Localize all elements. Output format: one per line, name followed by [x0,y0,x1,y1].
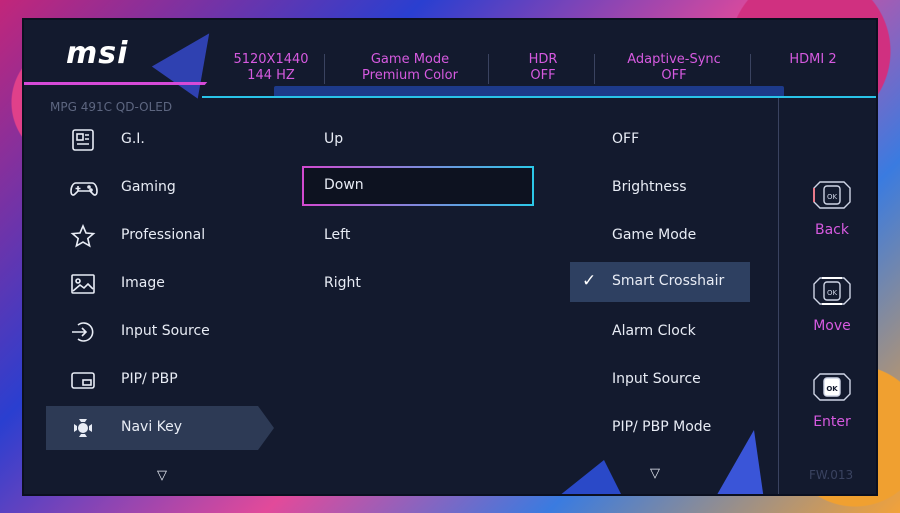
star-icon [70,223,96,248]
stat-separator [594,54,595,84]
ok-updown-icon: OK [810,272,854,310]
menu-item-label: Image [121,275,165,291]
osd-panel: msi 5120X1440 144 HZ Game Mode Premium Col… [22,18,878,496]
model-name: MPG 491C QD-OLED [50,100,173,114]
header-divider-cyan [202,96,876,98]
option-game-mode[interactable]: Game Mode [570,216,750,256]
svg-text:OK: OK [827,193,838,201]
ok-press-icon: OK [810,368,854,406]
direction-down[interactable]: Down [302,166,534,206]
option-alarm-clock[interactable]: Alarm Clock [570,312,750,352]
svg-text:OK: OK [827,289,838,297]
menu-item-gi[interactable]: G.I. [46,118,270,162]
stat-separator [324,54,325,84]
svg-text:OK: OK [826,385,838,393]
menu-item-gaming[interactable]: Gaming [46,166,270,210]
control-label: Enter [813,414,851,430]
menu-item-image[interactable]: Image [46,262,270,306]
checkmark-icon: ✓ [582,271,597,291]
stat-separator [488,54,489,84]
direction-label: Up [324,131,344,147]
pip-icon [70,368,96,392]
scroll-down-icon[interactable]: ▽ [157,468,167,483]
image-icon [70,272,96,296]
menu-item-label: PIP/ PBP [121,371,178,387]
option-off[interactable]: OFF [570,120,750,160]
option-label: Input Source [612,371,701,387]
gamepad-icon [70,176,98,200]
navi-key-icon [70,416,96,440]
menu-item-navi-key[interactable]: Navi Key [46,406,274,450]
header-divider-slant [184,82,208,85]
stat-hdr: HDR OFF [528,52,558,83]
direction-up[interactable]: Up [302,120,534,160]
menu-item-label: Professional [121,227,206,243]
menu-item-label: Navi Key [121,419,183,435]
control-divider [778,98,779,494]
decorative-triangle [554,460,624,494]
stat-adaptive-sync: Adaptive-Sync OFF [627,52,721,83]
option-label: Brightness [612,179,687,195]
menu-item-pip-pbp[interactable]: PIP/ PBP [46,358,270,402]
menu-item-label: G.I. [121,131,145,147]
control-label: Back [815,222,849,238]
direction-label: Right [324,275,361,291]
header-divider [24,82,189,85]
option-label: OFF [612,131,640,147]
stat-separator [750,54,751,84]
firmware-version: FW.013 [809,468,854,482]
stat-input: HDMI 2 [789,52,837,67]
menu-item-professional[interactable]: Professional [46,214,270,258]
msi-logo: msi [66,36,129,71]
control-enter[interactable]: OK Enter [794,368,870,430]
option-smart-crosshair[interactable]: ✓ Smart Crosshair [570,262,750,302]
control-move[interactable]: OK Move [794,272,870,334]
menu-item-label: Gaming [121,179,176,195]
stat-mode: Game Mode Premium Color [362,52,458,83]
option-brightness[interactable]: Brightness [570,168,750,208]
direction-right[interactable]: Right [302,264,534,304]
gi-icon [70,128,96,152]
control-back[interactable]: OK Back [794,176,870,238]
decorative-triangle [151,20,233,99]
scroll-down-icon[interactable]: ▽ [650,466,660,481]
menu-item-label: Input Source [121,323,210,339]
direction-left[interactable]: Left [302,216,534,256]
option-label: Alarm Clock [612,323,696,339]
input-source-icon [70,320,96,344]
menu-item-input-source[interactable]: Input Source [46,310,270,354]
option-label: Game Mode [612,227,697,243]
control-label: Move [813,318,851,334]
option-label: Smart Crosshair [612,273,725,289]
decorative-triangle [714,430,764,494]
option-input-source[interactable]: Input Source [570,360,750,400]
direction-label: Down [324,177,364,193]
ok-left-icon: OK [810,176,854,214]
option-label: PIP/ PBP Mode [612,419,712,435]
direction-label: Left [324,227,351,243]
stat-resolution: 5120X1440 144 HZ [233,52,309,83]
